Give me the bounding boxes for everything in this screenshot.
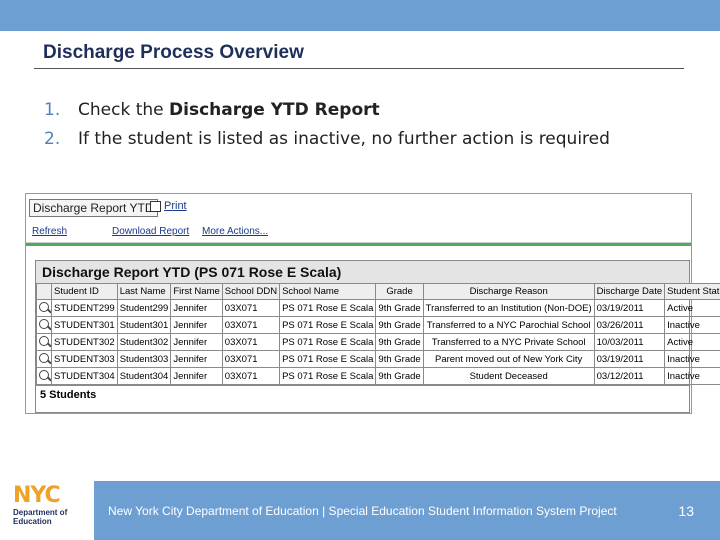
- logo-line-1: Department of: [13, 508, 68, 517]
- cell-discharge-date: 03/19/2011: [593, 350, 666, 368]
- view-student-icon[interactable]: [36, 299, 52, 317]
- col-header[interactable]: First Name: [170, 283, 223, 300]
- report-heading: Discharge Report YTD (PS 071 Rose E Scal…: [36, 261, 689, 283]
- cell-student-status: Active: [664, 299, 720, 317]
- cell-school-ddn: 03X071: [221, 350, 281, 368]
- report-table: Student ID Last Name First Name School D…: [36, 283, 720, 385]
- col-header[interactable]: Student Status: [664, 283, 720, 300]
- bullet-number: 1.: [44, 100, 61, 120]
- cell-school-name: PS 071 Rose E Scala: [279, 316, 377, 334]
- cell-school-name: PS 071 Rose E Scala: [279, 299, 377, 317]
- cell-grade: 9th Grade: [375, 299, 424, 317]
- top-banner: [0, 0, 720, 31]
- cell-first-name: Jennifer: [170, 316, 223, 334]
- page-number: 13: [678, 503, 694, 519]
- cell-discharge-date: 03/26/2011: [593, 316, 666, 334]
- cell-last-name: Student304: [116, 367, 172, 385]
- cell-student-id: STUDENT299: [51, 299, 118, 317]
- printer-icon[interactable]: [150, 201, 161, 212]
- cell-school-name: PS 071 Rose E Scala: [279, 367, 377, 385]
- report-toolbar: Refresh Download Report More Actions...: [26, 222, 691, 243]
- cell-school-name: PS 071 Rose E Scala: [279, 333, 377, 351]
- col-header[interactable]: Grade: [375, 283, 424, 300]
- col-header[interactable]: School Name: [279, 283, 377, 300]
- cell-last-name: Student303: [116, 350, 172, 368]
- cell-student-id: STUDENT302: [51, 333, 118, 351]
- col-header[interactable]: School DDN: [221, 283, 281, 300]
- bullet-item: 2. If the student is listed as inactive,…: [44, 129, 610, 158]
- view-student-icon[interactable]: [36, 333, 52, 351]
- report-screenshot: Discharge Report YTD Print Refresh Downl…: [25, 193, 720, 414]
- cell-student-status: Inactive: [664, 316, 720, 334]
- cell-first-name: Jennifer: [170, 367, 223, 385]
- table-row: STUDENT304 Student304 Jennifer 03X071 PS…: [36, 367, 720, 385]
- table-row: STUDENT299 Student299 Jennifer 03X071 PS…: [36, 299, 720, 317]
- table-header-row: Student ID Last Name First Name School D…: [36, 283, 720, 300]
- cell-last-name: Student302: [116, 333, 172, 351]
- print-link[interactable]: Print: [164, 200, 187, 212]
- cell-first-name: Jennifer: [170, 299, 223, 317]
- cell-school-ddn: 03X071: [221, 367, 281, 385]
- cell-first-name: Jennifer: [170, 350, 223, 368]
- view-student-icon[interactable]: [36, 316, 52, 334]
- logo-wordmark: NYC: [13, 483, 61, 508]
- bullet-list: 1. Check the Discharge YTD Report 2. If …: [44, 100, 610, 158]
- refresh-link[interactable]: Refresh: [32, 226, 67, 237]
- col-header[interactable]: Discharge Date: [593, 283, 666, 300]
- table-row: STUDENT301 Student301 Jennifer 03X071 PS…: [36, 316, 720, 334]
- cell-school-ddn: 03X071: [221, 299, 281, 317]
- slide-title: Discharge Process Overview: [43, 42, 304, 63]
- cell-grade: 9th Grade: [375, 350, 424, 368]
- cell-last-name: Student299: [116, 299, 172, 317]
- cell-discharge-reason: Student Deceased: [422, 367, 595, 385]
- cell-school-ddn: 03X071: [221, 316, 281, 334]
- report-frame: Discharge Report YTD (PS 071 Rose E Scal…: [35, 260, 720, 413]
- cell-discharge-date: 03/19/2011: [593, 299, 666, 317]
- title-divider: [34, 68, 684, 69]
- view-student-icon[interactable]: [36, 367, 52, 385]
- cell-discharge-reason: Parent moved out of New York City: [422, 350, 595, 368]
- cell-student-id: STUDENT301: [51, 316, 118, 334]
- bullet-number: 2.: [44, 129, 61, 149]
- report-tab-title[interactable]: Discharge Report YTD: [29, 199, 158, 217]
- footer-bar: New York City Department of Education | …: [94, 481, 720, 540]
- cell-discharge-reason: Transferred to a NYC Parochial School: [422, 316, 595, 334]
- bullet-item: 1. Check the Discharge YTD Report: [44, 100, 610, 129]
- col-header: [36, 283, 52, 300]
- view-student-icon[interactable]: [36, 350, 52, 368]
- nyc-doe-logo: NYC Department of Education: [13, 483, 91, 533]
- cell-discharge-reason: Transferred to an Institution (Non-DOE): [422, 299, 595, 317]
- cell-student-status: Inactive: [664, 367, 720, 385]
- cell-grade: 9th Grade: [375, 316, 424, 334]
- cell-school-name: PS 071 Rose E Scala: [279, 350, 377, 368]
- bullet-text: If the student is listed as inactive, no…: [78, 129, 610, 149]
- cell-discharge-date: 10/03/2011: [593, 333, 666, 351]
- col-header[interactable]: Student ID: [51, 283, 118, 300]
- cell-grade: 9th Grade: [375, 333, 424, 351]
- table-row: STUDENT302 Student302 Jennifer 03X071 PS…: [36, 333, 720, 351]
- cell-discharge-date: 03/12/2011: [593, 367, 666, 385]
- cell-student-id: STUDENT303: [51, 350, 118, 368]
- cell-discharge-reason: Transferred to a NYC Private School: [422, 333, 595, 351]
- bullet-text: Check the Discharge YTD Report: [78, 100, 380, 120]
- footer-text: New York City Department of Education | …: [108, 504, 617, 518]
- more-actions-link[interactable]: More Actions...: [202, 226, 268, 237]
- cell-first-name: Jennifer: [170, 333, 223, 351]
- cell-student-id: STUDENT304: [51, 367, 118, 385]
- cell-last-name: Student301: [116, 316, 172, 334]
- toolbar-accent-line: [26, 243, 691, 246]
- student-count: 5 Students: [36, 385, 689, 404]
- cell-school-ddn: 03X071: [221, 333, 281, 351]
- cell-student-status: Active: [664, 333, 720, 351]
- logo-line-2: Education: [13, 517, 52, 526]
- table-row: STUDENT303 Student303 Jennifer 03X071 PS…: [36, 350, 720, 368]
- col-header[interactable]: Last Name: [116, 283, 172, 300]
- report-tab-row: Discharge Report YTD Print: [26, 194, 691, 220]
- col-header[interactable]: Discharge Reason: [422, 283, 595, 300]
- cell-grade: 9th Grade: [375, 367, 424, 385]
- cell-student-status: Inactive: [664, 350, 720, 368]
- download-report-link[interactable]: Download Report: [112, 226, 189, 237]
